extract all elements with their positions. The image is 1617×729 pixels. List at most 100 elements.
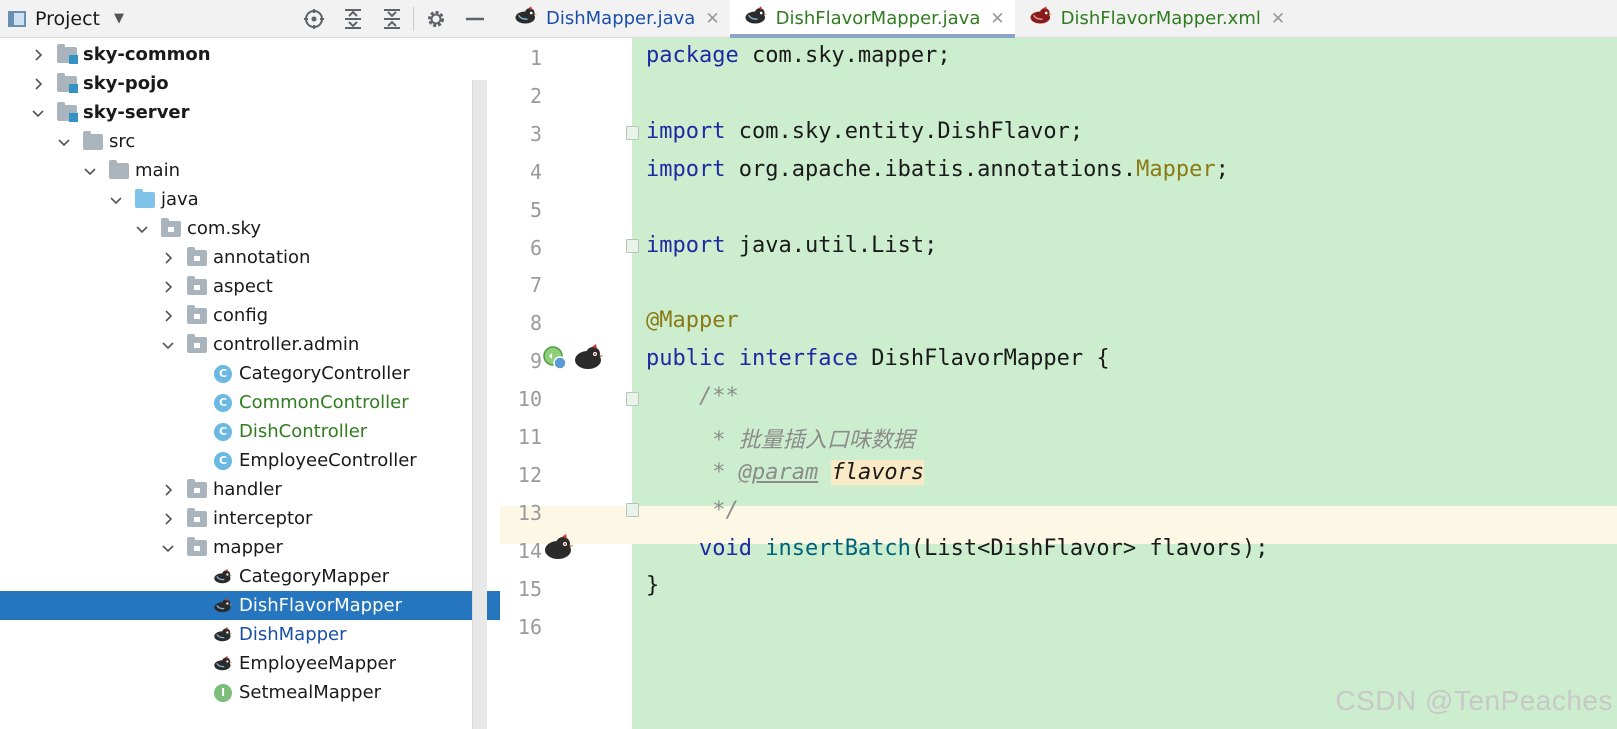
chevron-down-icon[interactable] <box>83 164 97 178</box>
fold-marker-icon[interactable] <box>626 503 639 517</box>
tree-item-label: handler <box>213 479 282 500</box>
mybatis-bird-icon[interactable] <box>572 343 604 377</box>
code-text: ; <box>1215 157 1229 182</box>
chevron-down-icon[interactable] <box>161 541 175 555</box>
fold-marker-icon[interactable] <box>626 239 639 253</box>
chevron-down-icon[interactable] <box>161 338 175 352</box>
project-toolbar <box>294 0 494 37</box>
folder-icon <box>109 159 129 180</box>
fold-marker-icon[interactable] <box>626 392 639 406</box>
tree-item-setmealmapper[interactable]: I SetmealMapper <box>0 678 500 707</box>
mybatis-bird-icon <box>213 597 233 615</box>
chevron-down-icon[interactable] <box>109 193 123 207</box>
tree-item-handler[interactable]: handler <box>0 475 500 504</box>
tree-item-mapper[interactable]: mapper <box>0 533 500 562</box>
chevron-right-icon[interactable] <box>31 77 45 91</box>
line-number: 10 <box>517 387 542 412</box>
chevron-right-icon[interactable] <box>31 48 45 62</box>
method-name: insertBatch <box>765 536 911 561</box>
tree-item-config[interactable]: config <box>0 301 500 330</box>
chevron-down-icon[interactable] <box>57 135 71 149</box>
watermark: CSDN @TenPeaches <box>1335 685 1613 716</box>
tree-item-sky-server[interactable]: sky-server <box>0 98 500 127</box>
tree-item-categorycontroller[interactable]: C CategoryController <box>0 359 500 388</box>
chevron-right-icon[interactable] <box>161 483 175 497</box>
mybatis-bird-icon <box>213 568 233 586</box>
line-number: 16 <box>517 614 542 639</box>
project-scrollbar[interactable] <box>472 80 487 729</box>
mybatis-bird-icon <box>213 655 233 673</box>
tab-label: DishFlavorMapper.xml <box>1060 8 1261 29</box>
tree-item-aspect[interactable]: aspect <box>0 272 500 301</box>
tree-item-dishflavormapper[interactable]: DishFlavorMapper <box>0 591 500 620</box>
line-number: 5 <box>529 197 542 222</box>
line-number: 2 <box>529 83 542 108</box>
chevron-right-icon[interactable] <box>161 309 175 323</box>
code-line-11: * 批量插入口味数据 <box>646 428 915 453</box>
fold-marker-icon[interactable] <box>626 126 639 140</box>
tab-dishflavormapper-java[interactable]: DishFlavorMapper.java ✕ <box>729 0 1015 38</box>
implemented-indicator-icon[interactable] <box>542 345 568 371</box>
tree-item-controller-admin[interactable]: controller.admin <box>0 330 500 359</box>
mybatis-bird-icon <box>213 626 233 644</box>
tree-item-src[interactable]: src <box>0 127 500 156</box>
code-editor[interactable]: 1 2 3 4 5 6 7 8 9 10 11 12 13 14 15 16 package com.sky.… <box>500 38 1617 729</box>
project-panel-header: Project ▼ <box>0 0 500 38</box>
line-number: 4 <box>529 159 542 184</box>
mybatis-red-bird-icon <box>1029 6 1053 31</box>
tree-item-employeemapper[interactable]: EmployeeMapper <box>0 649 500 678</box>
class-icon: C <box>213 422 233 441</box>
close-icon[interactable]: ✕ <box>1271 9 1285 29</box>
package-icon <box>187 333 207 354</box>
tree-item-java[interactable]: java <box>0 185 500 214</box>
code-line-10: /** <box>646 384 739 409</box>
tree-item-annotation[interactable]: annotation <box>0 243 500 272</box>
tree-item-label: sky-common <box>83 44 211 65</box>
tree-item-label: java <box>161 189 199 210</box>
tree-item-interceptor[interactable]: interceptor <box>0 504 500 533</box>
tree-item-sky-common[interactable]: sky-common <box>0 40 500 69</box>
line-number: 11 <box>517 425 542 449</box>
chevron-right-icon[interactable] <box>161 251 175 265</box>
tree-item-dishmapper[interactable]: DishMapper <box>0 620 500 649</box>
project-view-selector[interactable]: Project ▼ <box>8 8 124 30</box>
close-icon[interactable]: ✕ <box>705 9 719 29</box>
tree-item-com-sky[interactable]: com.sky <box>0 214 500 243</box>
chevron-down-icon[interactable] <box>31 106 45 120</box>
code-line-3: import com.sky.entity.DishFlavor; <box>646 119 1083 144</box>
tab-dishmapper-java[interactable]: DishMapper.java ✕ <box>500 0 730 37</box>
package-icon <box>187 536 207 557</box>
mybatis-bird-icon[interactable] <box>542 533 574 567</box>
tree-item-label: main <box>135 160 180 181</box>
tab-label: DishFlavorMapper.java <box>775 8 981 29</box>
code-text: (List<DishFlavor> flavors); <box>910 536 1269 561</box>
close-icon[interactable]: ✕ <box>990 9 1004 29</box>
chevron-down-icon: ▼ <box>114 11 125 26</box>
code-line-4: import org.apache.ibatis.annotations.Map… <box>646 157 1229 182</box>
folder-icon <box>83 130 103 151</box>
tree-item-dishcontroller[interactable]: C DishController <box>0 417 500 446</box>
minimize-icon[interactable] <box>455 0 494 37</box>
tree-item-main[interactable]: main <box>0 156 500 185</box>
code-line-15: } <box>646 573 660 598</box>
tree-item-label: interceptor <box>213 508 313 529</box>
tab-dishflavormapper-xml[interactable]: DishFlavorMapper.xml ✕ <box>1015 0 1296 37</box>
line-number: 8 <box>529 311 542 336</box>
tree-item-commoncontroller[interactable]: C CommonController <box>0 388 500 417</box>
line-number: 12 <box>517 462 542 487</box>
package-icon <box>187 507 207 528</box>
chevron-down-icon[interactable] <box>135 222 149 236</box>
chevron-right-icon[interactable] <box>161 280 175 294</box>
gear-icon[interactable] <box>416 0 455 37</box>
tree-item-employeecontroller[interactable]: C EmployeeController <box>0 446 500 475</box>
comment: * <box>646 460 739 485</box>
chevron-right-icon[interactable] <box>161 512 175 526</box>
collapse-all-icon[interactable] <box>372 0 411 37</box>
tree-item-label: annotation <box>213 247 311 268</box>
tree-item-categorymapper[interactable]: CategoryMapper <box>0 562 500 591</box>
expand-all-icon[interactable] <box>333 0 372 37</box>
crosshair-icon[interactable] <box>294 0 333 37</box>
package-icon <box>187 275 207 296</box>
tree-item-sky-pojo[interactable]: sky-pojo <box>0 69 500 98</box>
code-line-6: import java.util.List; <box>646 233 937 258</box>
